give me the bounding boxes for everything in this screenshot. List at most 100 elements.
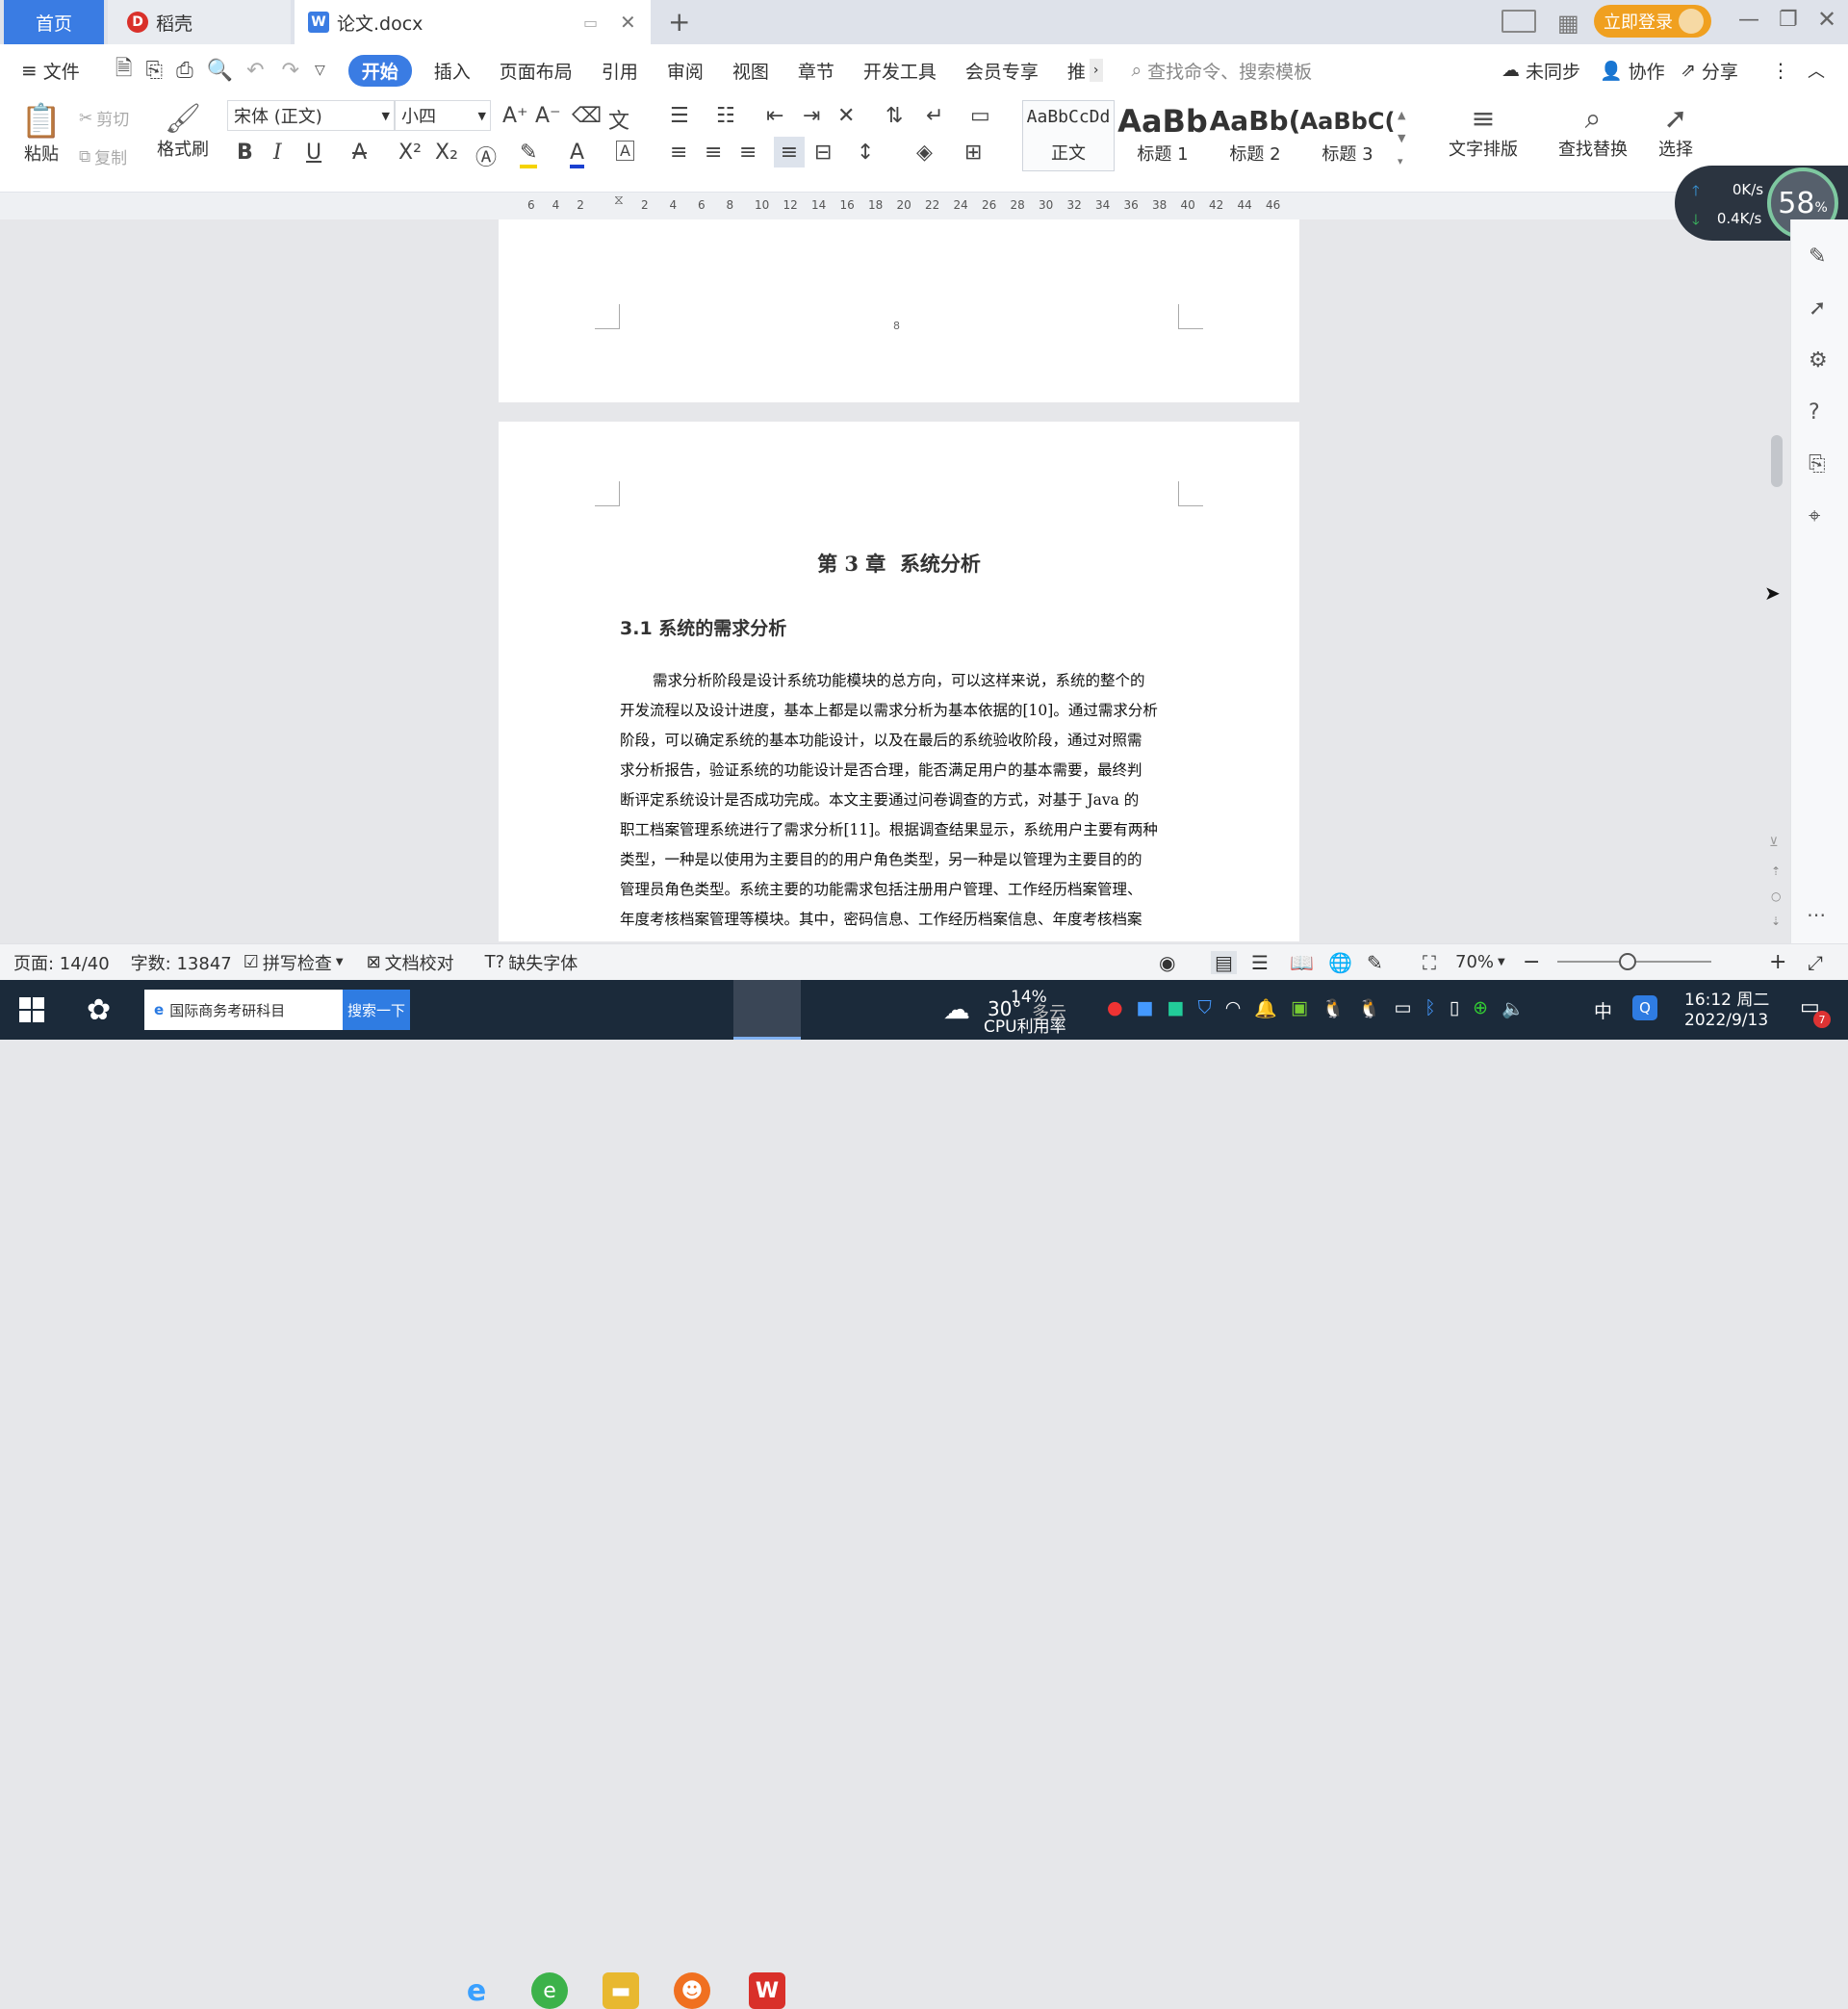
zoom-out-icon[interactable]: − [1523, 950, 1540, 974]
superscript-icon[interactable]: X² [398, 141, 422, 165]
doc-proof[interactable]: ⊠ 文档校对 [367, 950, 454, 975]
text-layout-button[interactable]: ≡ 文字排版 [1440, 102, 1527, 161]
bold-icon[interactable]: B [237, 141, 253, 165]
tray-app-blue-icon[interactable]: ■ [1137, 997, 1154, 1019]
zoom-slider[interactable] [1557, 953, 1711, 970]
pointer-icon[interactable]: ➚ [1809, 296, 1826, 321]
help-icon[interactable]: ? [1809, 400, 1820, 425]
tab-document[interactable]: W 论文.docx ▭ ✕ [295, 0, 651, 44]
new-tab-button[interactable]: + [668, 6, 690, 38]
indent-icon[interactable]: ⇥ [803, 104, 820, 128]
taskbar-search-button[interactable]: 搜索一下 [343, 990, 410, 1030]
paragraph-mark-icon[interactable]: ↵ [926, 104, 943, 128]
qq-icon[interactable]: 🐧 [1322, 997, 1345, 1019]
page-indicator[interactable]: 页面: 14/40 [13, 950, 110, 975]
font-size-select[interactable]: 小四 ▼ [395, 100, 491, 131]
outdent-icon[interactable]: ⇤ [766, 104, 783, 128]
bluetooth-icon[interactable]: ᛒ [1424, 997, 1435, 1019]
text-effect-icon[interactable]: Ⓐ [475, 141, 497, 171]
tab-review[interactable]: 审阅 [653, 58, 718, 84]
save-icon[interactable]: 🗎 [116, 52, 133, 89]
print-icon[interactable]: ⎙ [176, 59, 193, 83]
tab-chapter[interactable]: 章节 [783, 58, 849, 84]
italic-icon[interactable]: I [273, 141, 282, 165]
word-count[interactable]: 字数: 13847 [131, 950, 232, 975]
collapse-ribbon-icon[interactable]: ︿ [1808, 58, 1825, 83]
document-page[interactable]: 8 [499, 219, 1299, 402]
browser-green-icon[interactable]: e [531, 1972, 568, 2009]
underline-icon[interactable]: U [306, 141, 321, 165]
web-view-icon[interactable]: 🌐 [1328, 951, 1352, 974]
print-preview-icon[interactable]: 🔍 [207, 59, 233, 83]
tab-developer[interactable]: 开发工具 [849, 58, 951, 84]
notification-bell-icon[interactable]: 🔔 [1254, 997, 1277, 1019]
subscript-icon[interactable]: X₂ [435, 141, 458, 165]
restore-icon[interactable]: ❐ [1779, 8, 1798, 32]
reading-view-icon[interactable]: 📖 [1290, 951, 1314, 974]
distribute-icon[interactable]: ⊟ [814, 141, 832, 165]
align-center-icon[interactable]: ≡ [705, 141, 722, 165]
wifi-icon[interactable]: ◠ [1225, 997, 1242, 1019]
tray-shield-icon[interactable]: ⛉ [1198, 997, 1212, 1019]
volume-icon[interactable]: 🔈 [1502, 997, 1525, 1019]
copy-button[interactable]: ⧉ 复制 [79, 144, 127, 169]
eye-protect-icon[interactable]: ◉ [1159, 951, 1175, 974]
tab-home[interactable]: 首页 [4, 0, 104, 44]
ninja-app-icon[interactable]: ☻ [674, 1972, 710, 2009]
select-button[interactable]: ➚ 选择 [1650, 102, 1702, 161]
font-name-select[interactable]: 宋体 (正文) ▼ [227, 100, 395, 131]
outline-view-icon[interactable]: ☰ [1251, 951, 1269, 974]
next-page-icon[interactable]: ⇣ [1771, 914, 1781, 928]
chinese-layout-icon[interactable]: ✕ [837, 104, 855, 128]
grid-apps-icon[interactable]: ▦ [1557, 10, 1579, 37]
battery-icon[interactable]: ▭ [1394, 997, 1411, 1019]
qq-browser-tray-icon[interactable]: Q [1632, 995, 1657, 1020]
more-panel-icon[interactable]: ⋯ [1807, 903, 1826, 926]
borders-icon[interactable]: ⊞ [964, 141, 982, 165]
zoom-slider-knob[interactable] [1619, 953, 1636, 970]
sort-icon[interactable]: ⇅ [886, 104, 903, 128]
style-normal[interactable]: AaBbCcDd 正文 [1022, 100, 1115, 171]
task-view-icon[interactable]: ✿ [87, 993, 111, 1027]
tab-references[interactable]: 引用 [587, 58, 653, 84]
write-view-icon[interactable]: ✎ [1367, 951, 1383, 974]
qq-icon[interactable]: 🐧 [1358, 997, 1381, 1019]
tab-daoke[interactable]: D 稻壳 [108, 0, 291, 44]
scrollbar-thumb[interactable] [1771, 435, 1783, 487]
highlight-icon[interactable]: ✎ [520, 141, 538, 168]
compass-icon[interactable]: ⌖ [1809, 504, 1820, 528]
taskbar-search-box[interactable]: e 国际商务考研科目 [144, 990, 343, 1030]
shrink-font-icon[interactable]: A⁻ [535, 104, 561, 128]
scroll-down-icon[interactable]: ⊻ [1769, 836, 1779, 850]
ruler-toggle-icon[interactable]: ▭ [970, 104, 990, 128]
char-border-icon[interactable]: A [616, 141, 634, 161]
share-button[interactable]: ⇗ 分享 [1681, 58, 1738, 84]
wps-writer-icon[interactable]: W [749, 1972, 785, 2009]
fit-page-icon[interactable]: ⛶ [1423, 951, 1436, 974]
wps-taskbar-item[interactable] [733, 980, 801, 1040]
page-view-icon[interactable]: ▤ [1211, 950, 1237, 974]
missing-font[interactable]: T? 缺失字体 [485, 950, 578, 975]
windows-start-icon[interactable] [19, 997, 44, 1022]
file-explorer-icon[interactable]: ▬ [603, 1972, 639, 2009]
clear-format-icon[interactable]: ⌫ [572, 104, 602, 128]
export-icon[interactable]: ⎘ [145, 59, 163, 83]
minimize-icon[interactable]: — [1738, 8, 1759, 32]
horizontal-ruler[interactable]: 6 4 2 ⧖ 2 4 6 8 10 12 14 16 18 20 22 24 … [0, 193, 1848, 219]
align-right-icon[interactable]: ≡ [739, 141, 757, 165]
find-replace-button[interactable]: ⌕ 查找替换 [1550, 102, 1636, 161]
numbering-icon[interactable]: ☷ [716, 104, 735, 128]
prev-page-icon[interactable]: ⇡ [1771, 864, 1781, 878]
tab-view[interactable]: 视图 [718, 58, 783, 84]
select-browse-icon[interactable]: ○ [1771, 889, 1781, 903]
collab-button[interactable]: 👤 协作 [1600, 58, 1665, 84]
more-options-icon[interactable]: ⋮ [1771, 59, 1790, 82]
style-heading-2[interactable]: AaBb( 标题 2 [1209, 100, 1301, 171]
ie-browser-icon[interactable]: e [458, 1972, 495, 2009]
indent-marker[interactable]: ⧖ [614, 193, 624, 208]
tab-start[interactable]: 开始 [347, 54, 412, 87]
layout-icon[interactable] [1502, 10, 1536, 33]
font-color-icon[interactable]: A [570, 141, 585, 168]
bullets-icon[interactable]: ☰ [670, 104, 689, 128]
style-heading-3[interactable]: AaBbC( 标题 3 [1300, 100, 1396, 171]
